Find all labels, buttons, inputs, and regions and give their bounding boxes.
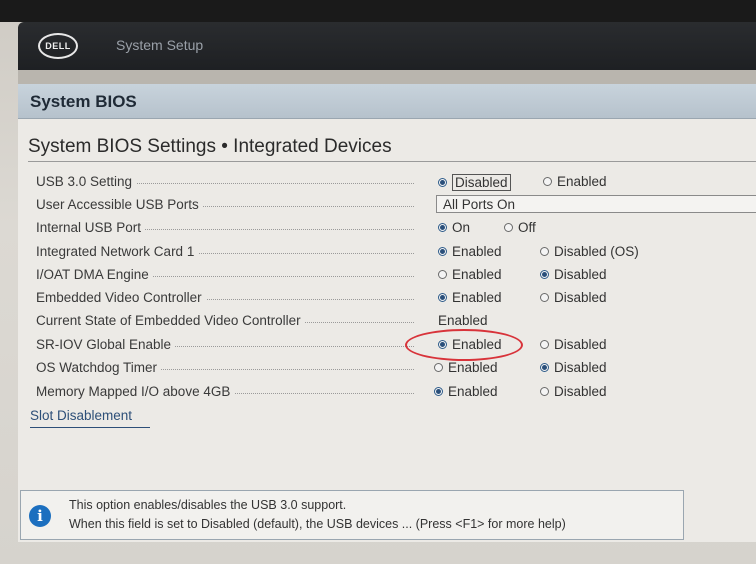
- slot-disablement-link[interactable]: Slot Disablement: [30, 408, 150, 428]
- top-border: [0, 0, 756, 22]
- radio-icon: [438, 270, 447, 279]
- option-label: Off: [518, 220, 536, 235]
- option-disabled[interactable]: Disabled: [540, 337, 607, 352]
- video-state-value: Enabled: [438, 313, 488, 328]
- header-subband: [18, 70, 756, 84]
- section-title: System BIOS: [30, 92, 137, 111]
- option-label: Disabled: [554, 290, 607, 305]
- option-enabled[interactable]: Enabled: [543, 174, 607, 189]
- setting-label: Current State of Embedded Video Controll…: [36, 313, 305, 328]
- option-disabled[interactable]: Disabled: [438, 174, 511, 191]
- option-enabled[interactable]: Enabled: [434, 384, 498, 399]
- radio-selected-icon: [434, 387, 443, 396]
- radio-icon: [543, 177, 552, 186]
- option-label: Disabled: [554, 384, 607, 399]
- title-divider: [28, 161, 756, 162]
- radio-selected-icon: [438, 223, 447, 232]
- setting-label: Integrated Network Card 1: [36, 244, 199, 259]
- option-label: Enabled: [448, 360, 498, 375]
- setting-video-state: Current State of Embedded Video Controll…: [36, 311, 756, 333]
- page-title: System BIOS Settings • Integrated Device…: [28, 136, 392, 157]
- radio-icon: [434, 363, 443, 372]
- radio-icon: [504, 223, 513, 232]
- option-label: Disabled: [554, 337, 607, 352]
- help-box: i This option enables/disables the USB 3…: [20, 490, 684, 540]
- radio-selected-icon: [540, 363, 549, 372]
- option-label: Enabled: [452, 244, 502, 259]
- setting-sriov: SR-IOV Global Enable Enabled Disabled: [36, 335, 756, 357]
- radio-selected-icon: [438, 178, 447, 187]
- option-on[interactable]: On: [438, 220, 470, 235]
- app-header: DELL System Setup: [18, 22, 756, 70]
- setting-embedded-video: Embedded Video Controller Enabled Disabl…: [36, 288, 756, 310]
- radio-selected-icon: [540, 270, 549, 279]
- setting-watchdog: OS Watchdog Timer Enabled Disabled: [36, 358, 756, 380]
- radio-selected-icon: [438, 247, 447, 256]
- radio-icon: [540, 247, 549, 256]
- option-label: Disabled (OS): [554, 244, 639, 259]
- help-text-line2: When this field is set to Disabled (defa…: [69, 517, 566, 531]
- usb-ports-dropdown[interactable]: All Ports On: [436, 195, 756, 213]
- option-label: Enabled: [557, 174, 607, 189]
- option-disabled[interactable]: Disabled: [540, 360, 607, 375]
- option-label: Enabled: [452, 267, 502, 282]
- radio-icon: [540, 340, 549, 349]
- setting-internal-usb: Internal USB Port On Off: [36, 218, 756, 240]
- setting-usb30: USB 3.0 Setting Disabled Enabled: [36, 172, 756, 194]
- setting-label: I/OAT DMA Engine: [36, 267, 153, 282]
- option-enabled[interactable]: Enabled: [434, 360, 498, 375]
- option-off[interactable]: Off: [504, 220, 536, 235]
- option-enabled[interactable]: Enabled: [438, 267, 502, 282]
- radio-icon: [540, 293, 549, 302]
- option-label: Disabled: [554, 360, 607, 375]
- option-disabled[interactable]: Disabled: [540, 290, 607, 305]
- setting-usb-ports: User Accessible USB Ports All Ports On: [36, 195, 756, 217]
- option-disabled-os[interactable]: Disabled (OS): [540, 244, 639, 259]
- option-label: Enabled: [448, 384, 498, 399]
- setting-label: Memory Mapped I/O above 4GB: [36, 384, 235, 399]
- setting-label: SR-IOV Global Enable: [36, 337, 176, 352]
- option-label: Disabled: [452, 174, 511, 191]
- option-disabled[interactable]: Disabled: [540, 384, 607, 399]
- option-label: Disabled: [554, 267, 607, 282]
- setting-mmio-4gb: Memory Mapped I/O above 4GB Enabled Disa…: [36, 382, 756, 404]
- option-disabled[interactable]: Disabled: [540, 267, 607, 282]
- info-icon: i: [29, 505, 51, 527]
- help-text-line1: This option enables/disables the USB 3.0…: [69, 498, 347, 512]
- radio-selected-icon: [438, 293, 447, 302]
- setting-ioat-dma: I/OAT DMA Engine Enabled Disabled: [36, 265, 756, 287]
- option-enabled[interactable]: Enabled: [438, 290, 502, 305]
- setting-label: OS Watchdog Timer: [36, 360, 162, 375]
- option-label: Enabled: [452, 290, 502, 305]
- app-title: System Setup: [116, 37, 204, 53]
- option-enabled[interactable]: Enabled: [438, 244, 502, 259]
- option-label: On: [452, 220, 471, 235]
- radio-icon: [540, 387, 549, 396]
- dell-logo: DELL: [38, 33, 78, 59]
- setting-label: Embedded Video Controller: [36, 290, 206, 305]
- setting-network-card: Integrated Network Card 1 Enabled Disabl…: [36, 242, 756, 264]
- setting-label: Internal USB Port: [36, 220, 146, 235]
- section-bar: System BIOS: [18, 84, 756, 119]
- setting-label: USB 3.0 Setting: [36, 174, 137, 189]
- setting-label: User Accessible USB Ports: [36, 197, 203, 212]
- highlight-annotation: [405, 329, 523, 361]
